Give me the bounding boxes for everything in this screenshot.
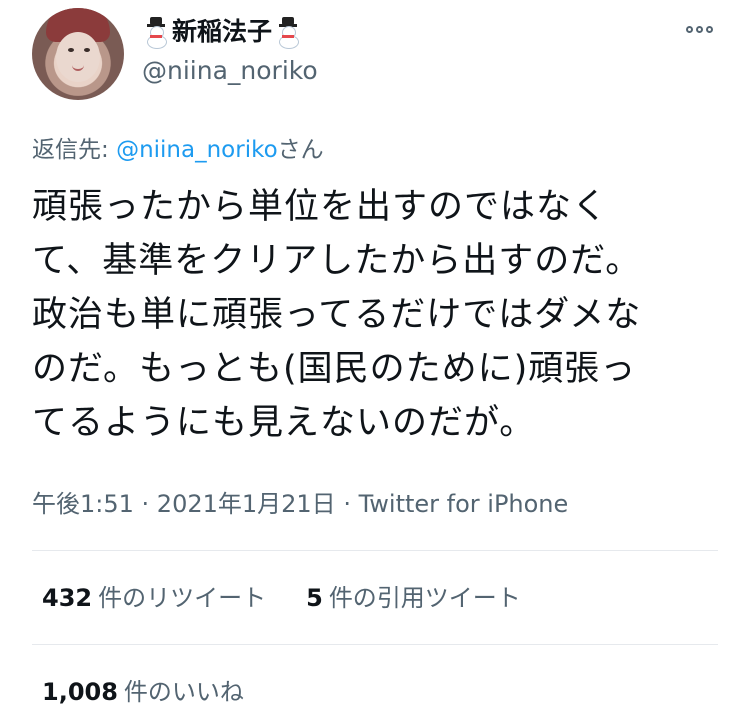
likes-stat[interactable]: 1,008 件のいいね — [42, 676, 244, 708]
quotes-count: 5 — [306, 584, 323, 612]
avatar-eye-left — [68, 48, 74, 52]
snowman-icon — [274, 17, 302, 49]
divider — [32, 644, 718, 645]
stats-row: 432 件のリツイート 5 件の引用ツイート — [42, 582, 521, 614]
more-options-icon[interactable] — [686, 26, 713, 33]
likes-label: 件のいいね — [123, 678, 244, 706]
tweet-text: 頑張ったから単位を出すのではなく て、基準をクリアしたから出すのだ。 政治も単に… — [32, 187, 642, 443]
tweet-meta: 午後1:51 · 2021年1月21日 · Twitter for iPhone — [32, 488, 568, 520]
display-name-row[interactable]: 新稲法子 — [142, 16, 302, 49]
avatar[interactable] — [32, 8, 124, 100]
retweets-stat[interactable]: 432 件のリツイート — [42, 582, 266, 614]
quotes-stat[interactable]: 5 件の引用ツイート — [306, 582, 521, 614]
tweet-date[interactable]: 2021年1月21日 — [157, 490, 336, 518]
user-handle[interactable]: @niina_noriko — [142, 55, 318, 87]
reply-prefix: 返信先: — [32, 137, 117, 163]
meta-separator: · — [335, 490, 359, 518]
reply-to-line: 返信先: @niina_norikoさん — [32, 135, 324, 165]
avatar-face — [56, 32, 100, 82]
meta-separator: · — [133, 490, 157, 518]
avatar-eye-right — [84, 48, 90, 52]
snowman-icon — [142, 17, 170, 49]
display-name[interactable]: 新稲法子 — [172, 16, 272, 48]
tweet-source[interactable]: Twitter for iPhone — [359, 490, 569, 518]
tweet-time[interactable]: 午後1:51 — [32, 490, 134, 518]
retweets-count: 432 — [42, 584, 93, 612]
quotes-label: 件の引用ツイート — [328, 584, 521, 612]
divider — [32, 550, 718, 551]
reply-mention-link[interactable]: @niina_noriko — [116, 137, 278, 163]
reply-suffix: さん — [277, 137, 324, 163]
retweets-label: 件のリツイート — [98, 584, 267, 612]
likes-count: 1,008 — [42, 678, 118, 706]
